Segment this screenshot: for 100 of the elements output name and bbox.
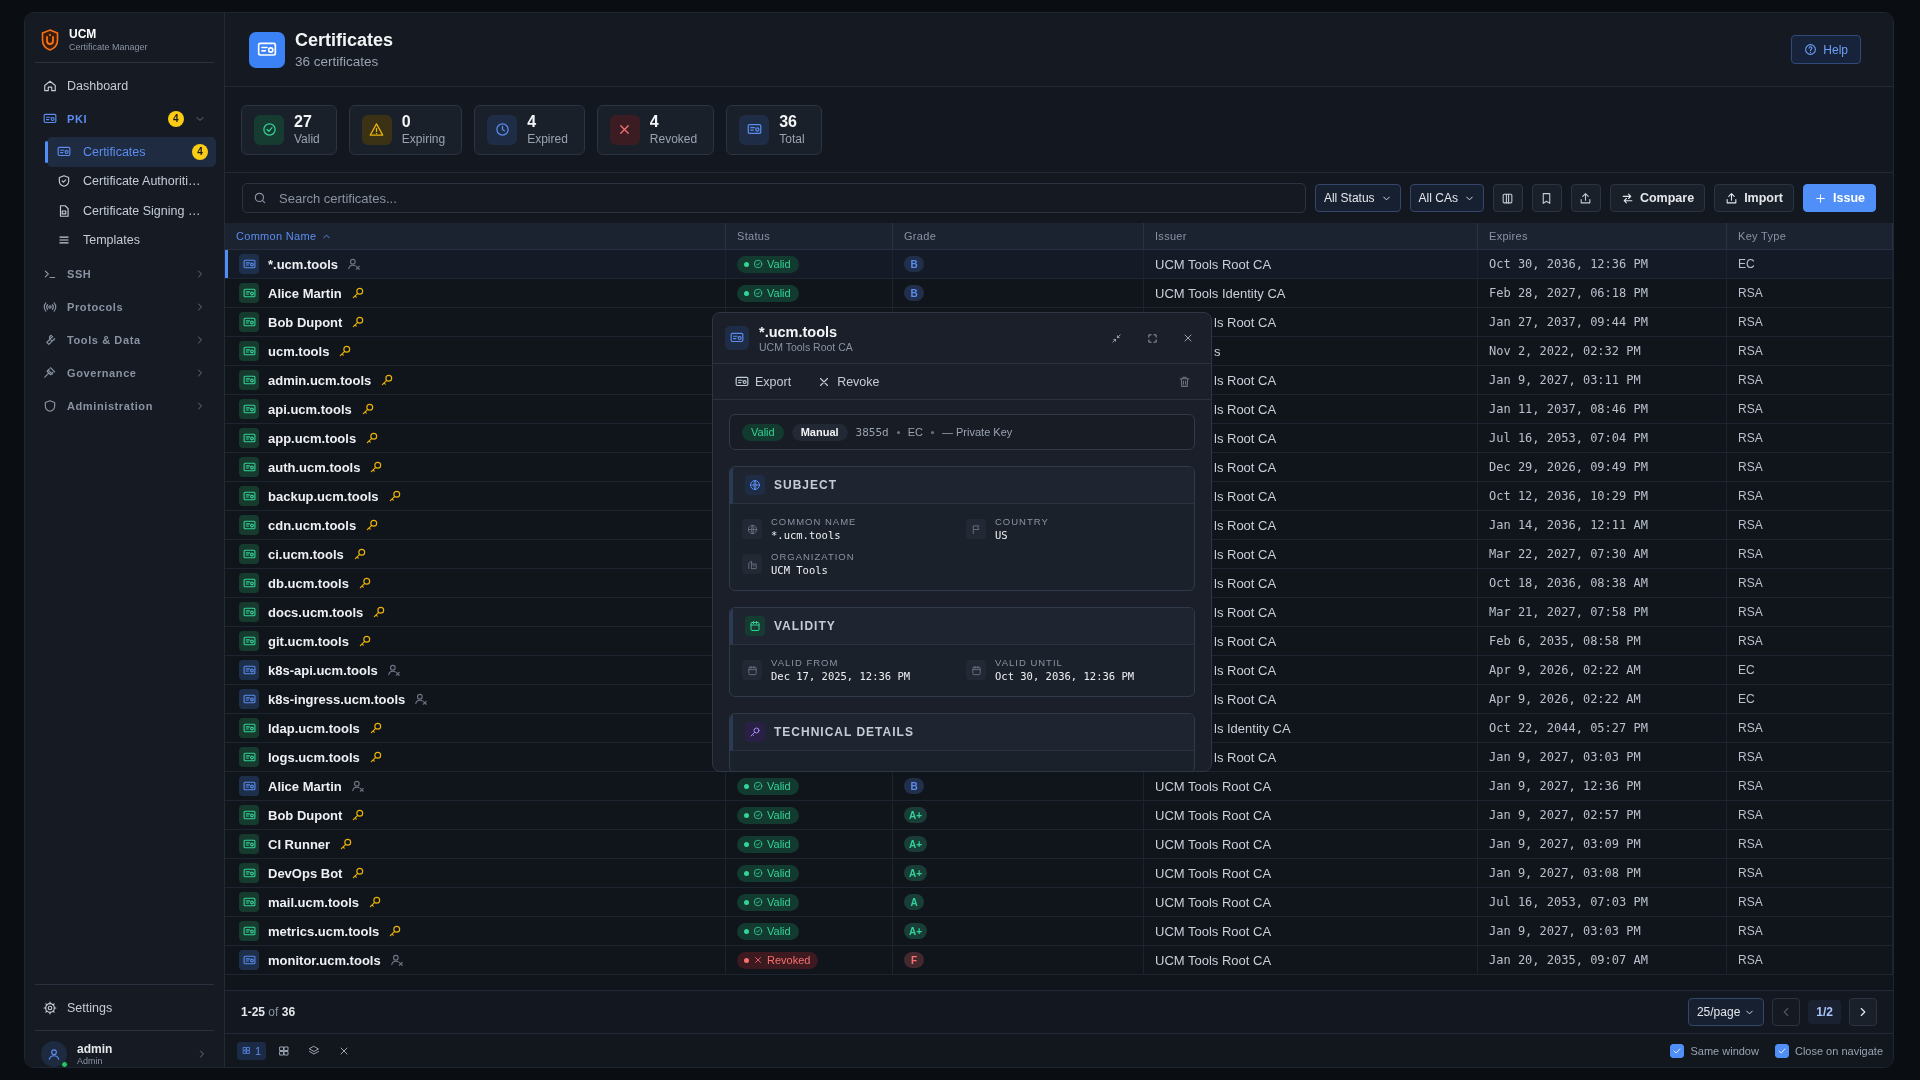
check-circle-icon xyxy=(753,781,763,791)
key-icon xyxy=(749,726,761,738)
option-checkbox[interactable]: Close on navigate xyxy=(1774,1043,1883,1058)
nav-group[interactable]: Governance xyxy=(33,356,216,389)
clock-icon xyxy=(494,122,510,137)
filter-dropdown[interactable]: All Status xyxy=(1314,184,1401,212)
field-value: Dec 17, 2025, 12:36 PM xyxy=(771,670,911,682)
stat-label: Expired xyxy=(527,132,568,146)
import-button[interactable]: Import xyxy=(1714,184,1795,212)
column-header[interactable]: Expires xyxy=(1478,223,1727,249)
stat-card[interactable]: 0 Expiring xyxy=(348,104,463,155)
table-row[interactable]: monitor.ucm.tools Revoked F UCM Tools Root CA Jan 20, 2035, 09:07 AM RSA xyxy=(225,946,1893,975)
table-row[interactable]: CI Runner Valid A+ UCM Tools Root CA Jan 9, 2027, 03:09 PM RSA xyxy=(225,830,1893,859)
checkbox[interactable] xyxy=(1774,1043,1789,1058)
option-checkbox[interactable]: Same window xyxy=(1670,1043,1759,1058)
settings-link[interactable]: Settings xyxy=(33,991,216,1024)
nav-item[interactable]: Certificate Signing … xyxy=(47,196,216,226)
nav-group[interactable]: Tools & Data xyxy=(33,323,216,356)
grade-text: A+ xyxy=(909,838,923,850)
column-header[interactable]: Key Type xyxy=(1727,223,1893,249)
common-name: Alice Martin xyxy=(268,778,342,794)
expiry-cell: Oct 30, 2036, 12:36 PM xyxy=(1478,250,1727,278)
compare-button[interactable]: Compare xyxy=(1609,184,1706,212)
issuer-cell: UCM Tools Root CA xyxy=(1144,830,1478,858)
logo-icon xyxy=(41,28,59,51)
checkbox[interactable] xyxy=(1670,1043,1685,1058)
user-menu[interactable]: admin Admin xyxy=(33,1031,216,1067)
column-header[interactable]: Common Name xyxy=(225,223,726,249)
certificate-icon xyxy=(239,370,259,390)
issuer-cell: UCM Tools Root CA xyxy=(1144,946,1478,974)
count-badge: 4 xyxy=(192,143,208,160)
expiry-cell: Feb 28, 2027, 06:18 PM xyxy=(1478,279,1727,307)
table-row[interactable]: DevOps Bot Valid A+ UCM Tools Root CA Jan 9, 2027, 03:08 PM RSA xyxy=(225,859,1893,888)
stat-card[interactable]: 4 Expired xyxy=(474,104,585,155)
certificate-icon xyxy=(239,486,259,506)
grid-icon xyxy=(242,1046,251,1055)
table-row[interactable]: metrics.ucm.tools Valid A+ UCM Tools Root CA Jan 9, 2027, 03:03 PM RSA xyxy=(225,917,1893,946)
check-circle-icon xyxy=(753,810,763,820)
certificate-icon xyxy=(239,254,259,274)
per-page-dropdown[interactable]: 25/page xyxy=(1687,998,1765,1026)
wrench-icon xyxy=(43,332,57,347)
share-button[interactable] xyxy=(1570,184,1601,212)
common-name: monitor.ucm.tools xyxy=(268,952,381,968)
nav-group[interactable]: SSH xyxy=(33,257,216,290)
nav-group[interactable]: Administration xyxy=(33,389,216,422)
certificate-icon xyxy=(239,689,259,709)
user-x-icon xyxy=(386,663,401,677)
bookmark-button[interactable] xyxy=(1531,184,1562,212)
stat-value: 36 xyxy=(779,113,798,131)
nav-group[interactable]: PKI 4 xyxy=(33,102,216,135)
common-name: app.ucm.tools xyxy=(268,430,357,446)
common-name: backup.ucm.tools xyxy=(268,488,379,504)
plus-icon xyxy=(1814,191,1828,205)
issuer-cell: UCM Tools Root CA xyxy=(1144,801,1478,829)
key-type-cell: EC xyxy=(1727,656,1893,684)
expiry-cell: Jan 27, 2037, 09:44 PM xyxy=(1478,308,1727,336)
common-name: ucm.tools xyxy=(268,343,330,359)
common-name: cdn.ucm.tools xyxy=(268,517,357,533)
field-label: VALID FROM xyxy=(771,657,840,668)
filter-dropdown[interactable]: All CAs xyxy=(1409,184,1484,212)
search-input[interactable]: Search certificates... xyxy=(277,189,1295,207)
nav-item[interactable]: Certificates 4 xyxy=(47,137,216,167)
windows-button[interactable]: 1 xyxy=(237,1041,267,1060)
table-row[interactable]: *.ucm.tools Valid B UCM Tools Root CA Oct 30, 2036, 12:36 PM EC xyxy=(225,250,1893,279)
stat-card[interactable]: 27 Valid xyxy=(241,104,337,155)
table-row[interactable]: mail.ucm.tools Valid A UCM Tools Root CA Jul 16, 2053, 07:03 PM RSA xyxy=(225,888,1893,917)
column-header[interactable]: Grade xyxy=(893,223,1144,249)
column-header[interactable]: Issuer xyxy=(1144,223,1478,249)
expiry-cell: Jan 9, 2027, 12:36 PM xyxy=(1478,772,1727,800)
field-label: COUNTRY xyxy=(995,516,1049,527)
user-x-icon xyxy=(347,257,362,271)
stat-card[interactable]: 4 Revoked xyxy=(596,104,715,155)
home-icon xyxy=(43,78,57,93)
key-type-cell: RSA xyxy=(1727,772,1893,800)
grade-text: F xyxy=(910,954,918,966)
table-row[interactable]: Bob Dupont Valid A+ UCM Tools Root CA Jan 9, 2027, 02:57 PM RSA xyxy=(225,801,1893,830)
column-header[interactable]: Status xyxy=(726,223,893,249)
field-label: COMMON NAME xyxy=(771,516,857,527)
certificate-icon xyxy=(239,399,259,419)
certificate-icon xyxy=(239,660,259,680)
status-text: Valid xyxy=(767,838,791,850)
calendar-icon xyxy=(746,664,758,676)
key-icon xyxy=(338,344,353,358)
columns-button[interactable] xyxy=(1492,184,1523,212)
help-button[interactable]: Help xyxy=(1791,35,1861,64)
expiry-cell: Oct 22, 2044, 05:27 PM xyxy=(1478,714,1727,742)
stat-card[interactable]: 36 Total xyxy=(726,104,822,155)
nav-item[interactable]: Templates xyxy=(47,225,216,255)
nav-item[interactable]: Dashboard xyxy=(33,69,216,102)
grade-text: B xyxy=(910,258,918,270)
key-icon xyxy=(368,895,383,909)
certificate-icon xyxy=(239,747,259,767)
table-row[interactable]: Alice Martin Valid B UCM Tools Identity CA Feb 28, 2027, 06:18 PM RSA xyxy=(225,279,1893,308)
nav-item[interactable]: Certificate Authoriti… xyxy=(47,166,216,196)
expiry-cell: Apr 9, 2026, 02:22 AM xyxy=(1478,656,1727,684)
export-button[interactable]: Export xyxy=(735,368,800,395)
revoke-button[interactable]: Revoke xyxy=(817,368,888,395)
nav-group[interactable]: Protocols xyxy=(33,290,216,323)
key-icon xyxy=(387,489,402,503)
search-field[interactable]: Search certificates... xyxy=(242,183,1306,213)
